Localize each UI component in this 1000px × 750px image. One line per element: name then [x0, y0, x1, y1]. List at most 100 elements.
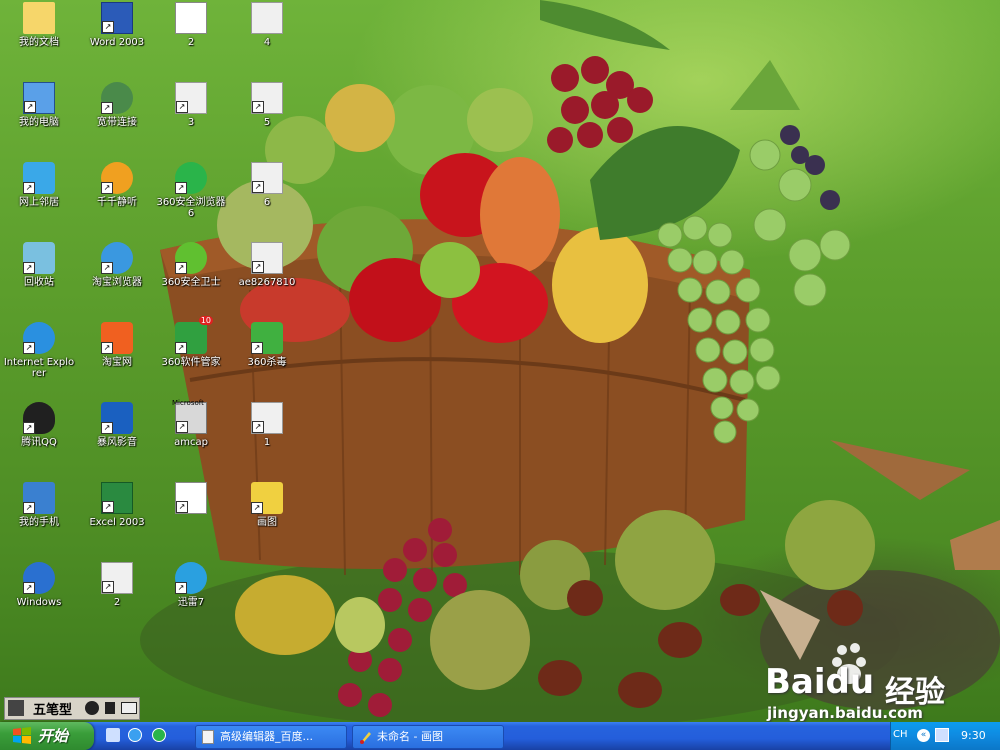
taskbar-window-editor[interactable]: 高级编辑器_百度... — [195, 725, 347, 749]
desktop-icon[interactable]: ↗ 淘宝浏览器 — [80, 242, 154, 314]
desktop-icon[interactable]: ↗ 360杀毒 — [230, 322, 304, 394]
shortcut-arrow-icon: ↗ — [175, 182, 187, 194]
punctuation-icon[interactable] — [105, 702, 115, 714]
half-width-icon[interactable] — [85, 701, 99, 715]
desktop-icon[interactable]: ↗ 1 — [230, 402, 304, 474]
desktop-icon[interactable]: ↗ Microsoft amcap — [154, 399, 228, 474]
media-player-icon: ↗ — [23, 562, 55, 594]
desktop-icon-label: 2 — [187, 37, 195, 48]
watermark-url: jingyan.baidu.com — [767, 704, 923, 722]
desktop-icon-label: 360杀毒 — [247, 357, 287, 368]
ime-grip-icon[interactable] — [8, 700, 24, 716]
shortcut-arrow-icon: ↗ — [101, 342, 113, 354]
desktop-icon-label: 我的电脑 — [19, 117, 59, 128]
desktop-icon-label: 淘宝网 — [102, 357, 132, 368]
language-indicator[interactable]: CH — [893, 729, 908, 740]
desktop-icon[interactable]: ↗ 6 — [230, 162, 304, 234]
desktop-icon-label: 回收站 — [24, 277, 54, 288]
tray-expand-icon[interactable]: « — [917, 729, 930, 742]
desktop-icon[interactable]: ↗ 画图 — [230, 482, 304, 554]
shortcut-arrow-icon: ↗ — [23, 502, 35, 514]
shortcut-arrow-icon: ↗ — [23, 422, 35, 434]
ime-bar[interactable]: 五笔型 — [4, 697, 140, 720]
desktop-icon[interactable]: ↗ Windows — [2, 562, 76, 634]
archive-file-icon: ↗ — [251, 82, 283, 114]
archive-file-icon: ↗ — [101, 562, 133, 594]
archive-file-icon: ↗ — [175, 82, 207, 114]
desktop-icon-label: 360安全卫士 — [161, 277, 221, 288]
taskbar-window-paint[interactable]: 未命名 - 画图 — [352, 725, 504, 749]
desktop-icon[interactable]: ↗ 2 — [80, 562, 154, 634]
360-browser-quicklaunch-icon[interactable] — [152, 728, 166, 742]
desktop-icon[interactable]: ↗ 回收站 — [2, 242, 76, 314]
shortcut-arrow-icon: ↗ — [101, 182, 113, 194]
desktop-icon[interactable]: 我的文档 — [2, 2, 76, 74]
desktop-icon[interactable]: ↗ Word 2003 — [80, 2, 154, 74]
network-icon: ↗ — [23, 162, 55, 194]
network-tray-icon[interactable] — [935, 728, 949, 742]
360-browser-icon: ↗ — [175, 162, 207, 194]
desktop-icon[interactable]: ↗ 360安全卫士 — [154, 242, 228, 314]
desktop-icon[interactable]: ↗ 网上邻居 — [2, 162, 76, 234]
desktop-icon[interactable]: ↗ 宽带连接 — [80, 82, 154, 154]
desktop-icon[interactable]: ↗ 360安全浏览器6 — [154, 162, 228, 234]
desktop-icon-label: 3 — [187, 117, 195, 128]
desktop-icon-label: 我的文档 — [19, 37, 59, 48]
desktop-icon[interactable]: ↗ 5 — [230, 82, 304, 154]
desktop-icon[interactable]: ↗ ae8267810 — [230, 242, 304, 314]
ie-quicklaunch-icon[interactable] — [128, 728, 142, 742]
start-label: 开始 — [38, 727, 69, 745]
soft-keyboard-icon[interactable] — [121, 702, 137, 714]
shortcut-arrow-icon: ↗ — [252, 181, 264, 193]
desktop-icon-label: amcap — [174, 437, 208, 448]
desktop-icon[interactable]: ↗ 腾讯QQ — [2, 402, 76, 474]
shortcut-arrow-icon: ↗ — [102, 501, 114, 513]
ime-mode-label[interactable]: 五笔型 — [33, 699, 72, 718]
desktop-icon[interactable]: 2 — [154, 2, 228, 74]
clock[interactable]: 9:30 — [961, 729, 986, 742]
desktop-icon-label: 4 — [263, 37, 271, 48]
desktop-icon[interactable]: ↗ 迅雷7 — [154, 562, 228, 634]
badge: 10 — [198, 316, 213, 325]
shortcut-arrow-icon: ↗ — [101, 262, 113, 274]
desktop-icon-label: 360软件管家 — [161, 357, 221, 368]
show-desktop-icon[interactable] — [106, 728, 120, 742]
shortcut-arrow-icon: ↗ — [252, 101, 264, 113]
taskbar-window-label: 高级编辑器_百度... — [220, 730, 313, 743]
start-button[interactable]: 开始 — [0, 722, 94, 750]
desktop-icon[interactable]: 4 — [230, 2, 304, 74]
desktop-icon[interactable]: ↗ Internet Explorer — [2, 322, 76, 394]
watermark-brand: Baidu — [765, 662, 875, 702]
desktop-icon[interactable]: ↗ 淘宝网 — [80, 322, 154, 394]
desktop-icon[interactable]: ↗ Excel 2003 — [80, 482, 154, 554]
shortcut-arrow-icon: ↗ — [23, 182, 35, 194]
taskbar: 开始 高级编辑器_百度... 未命名 - 画图 CH « 9:30 — [0, 722, 1000, 750]
desktop-icon[interactable]: ↗ 10 360软件管家 — [154, 316, 228, 394]
shortcut-arrow-icon: ↗ — [23, 582, 35, 594]
shortcut-arrow-icon: ↗ — [23, 262, 35, 274]
shortcut-arrow-icon: ↗ — [23, 342, 35, 354]
desktop-icon-label: 淘宝浏览器 — [92, 277, 142, 288]
desktop-icon[interactable]: ↗ — [154, 482, 228, 554]
desktop-icon-label: 暴风影音 — [97, 437, 137, 448]
amcap-icon: ↗ Microsoft — [172, 399, 207, 434]
desktop-icon[interactable]: ↗ 千千静听 — [80, 162, 154, 234]
desktop-icon-label: 1 — [263, 437, 271, 448]
360-antivirus-icon: ↗ — [251, 322, 283, 354]
system-tray: CH « 9:30 — [890, 722, 1000, 750]
desktop-icon[interactable]: ↗ 暴风影音 — [80, 402, 154, 474]
my-documents-icon — [23, 2, 55, 34]
shortcut-arrow-icon: ↗ — [176, 501, 188, 513]
desktop-icon[interactable]: ↗ 我的电脑 — [2, 82, 76, 154]
recycle-bin-icon: ↗ — [23, 242, 55, 274]
image-file-icon — [175, 2, 207, 34]
broadband-icon: ↗ — [101, 82, 133, 114]
desktop-icon[interactable]: ↗ 我的手机 — [2, 482, 76, 554]
shortcut-arrow-icon: ↗ — [175, 582, 187, 594]
desktop-icon[interactable]: ↗ 3 — [154, 82, 228, 154]
archive-file-icon: ↗ — [251, 162, 283, 194]
desktop[interactable]: 我的文档 ↗ Word 2003 2 4 ↗ 我的电脑 ↗ 宽带连接 ↗ 3 ↗ 5 ↗ 网上邻居 ↗ 千千静听… — [0, 0, 1000, 722]
shortcut-arrow-icon: ↗ — [102, 21, 114, 33]
excel-icon: ↗ — [101, 482, 133, 514]
taobao-browser-icon: ↗ — [101, 242, 133, 274]
